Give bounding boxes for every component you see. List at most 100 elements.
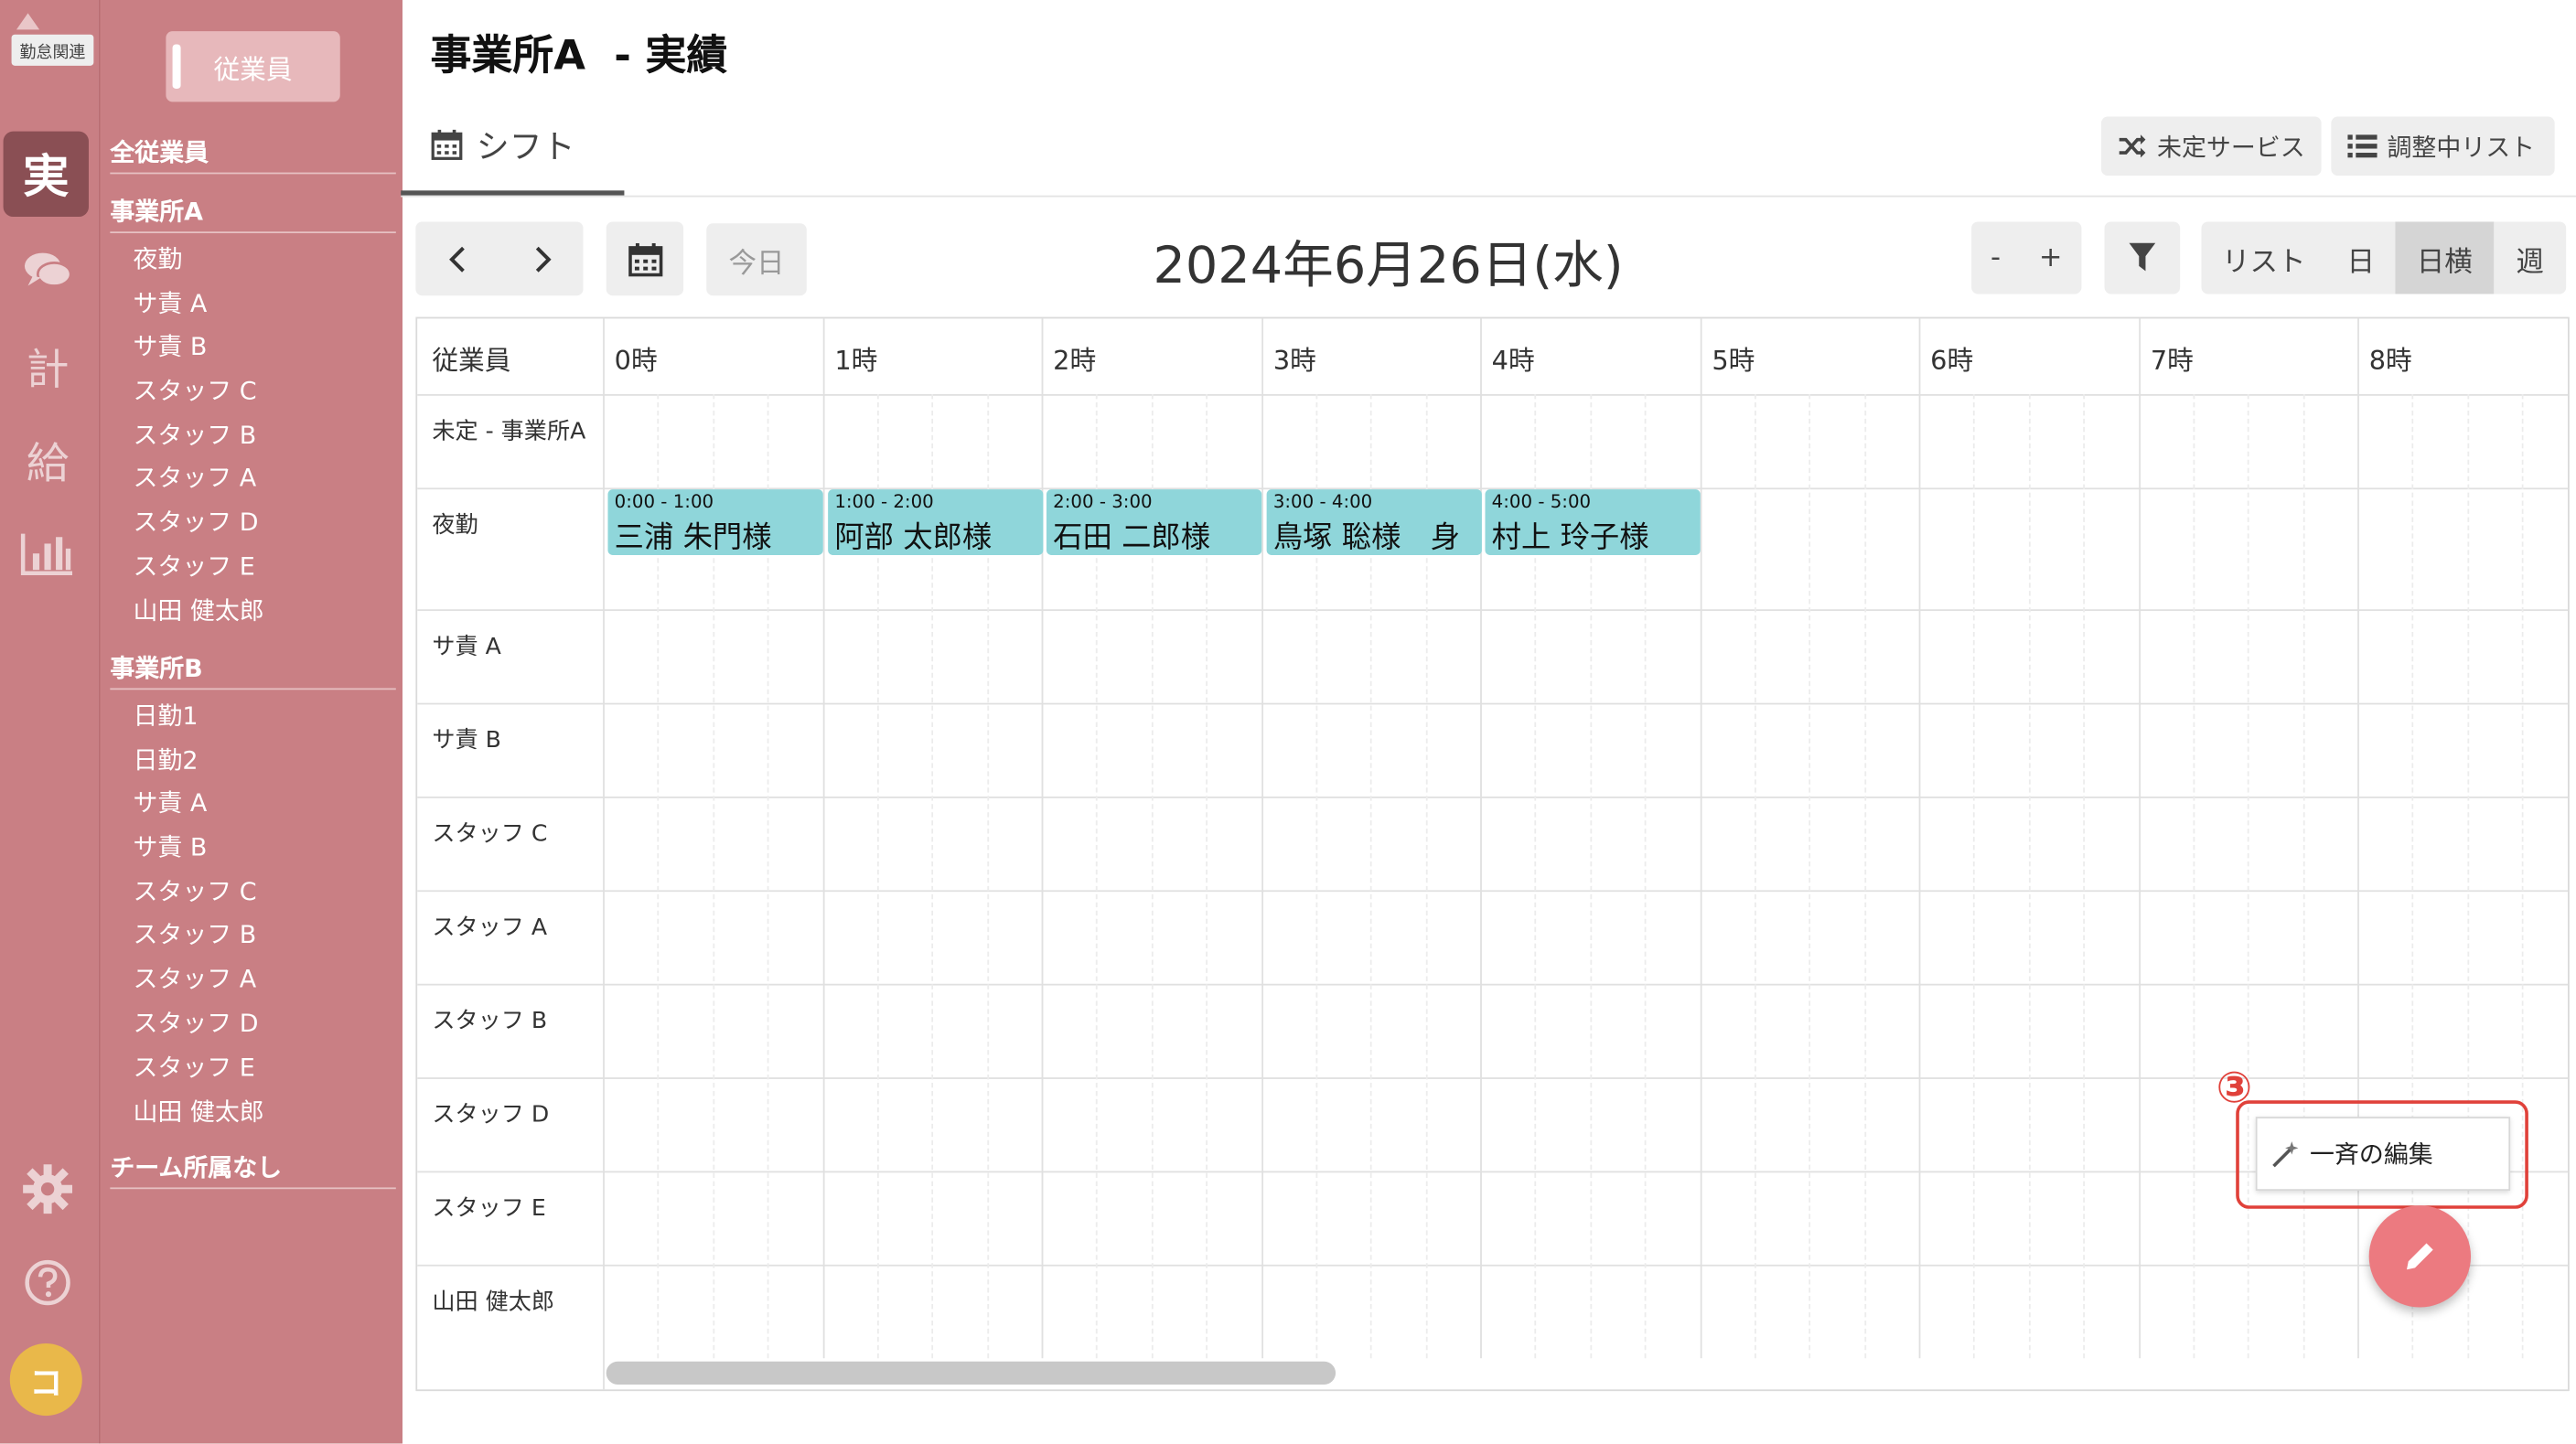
grid-row-line bbox=[417, 797, 2568, 798]
gear-icon-svg bbox=[23, 1164, 73, 1214]
unassigned-services-button[interactable]: 未定サービス bbox=[2100, 116, 2322, 176]
grid-quarter-line bbox=[2302, 394, 2305, 1359]
view-list[interactable]: リスト bbox=[2202, 221, 2326, 294]
row-label: サ責 A bbox=[432, 634, 501, 660]
sidebar-item[interactable]: 山田 健太郎 bbox=[133, 1094, 263, 1128]
zoom-out-button[interactable]: - bbox=[1991, 241, 2001, 274]
date-nav bbox=[415, 221, 584, 296]
grid-hour-line bbox=[822, 318, 825, 1359]
sidebar-item[interactable]: サ責 B bbox=[133, 328, 207, 363]
current-date: 2024年6月26日(水) bbox=[1153, 236, 1624, 296]
magic-wand-icon bbox=[2272, 1140, 2299, 1167]
grid-hour-line bbox=[2139, 318, 2141, 1359]
sidebar-item[interactable]: スタッフ B bbox=[133, 417, 256, 452]
shift-event[interactable]: 4:00 - 5:00 村上 玲子様 bbox=[1485, 489, 1701, 556]
tab-shift[interactable]: シフト bbox=[431, 120, 575, 167]
sidebar-item[interactable]: スタッフ E bbox=[133, 549, 254, 583]
chat-icon[interactable] bbox=[0, 243, 95, 299]
payroll-label: 給 bbox=[26, 439, 70, 489]
grid-quarter-line bbox=[1864, 394, 1867, 1359]
filter-icon bbox=[2129, 242, 2156, 272]
shift-event-name: 村上 玲子様 bbox=[1491, 520, 1649, 556]
prev-day-icon[interactable] bbox=[446, 244, 469, 273]
view-day-horizontal[interactable]: 日横 bbox=[2395, 221, 2495, 294]
row-label: スタッフ C bbox=[432, 820, 548, 848]
grid-quarter-line bbox=[1755, 394, 1756, 1359]
plan-label: 計 bbox=[26, 346, 70, 395]
grid-quarter-line bbox=[1809, 394, 1811, 1359]
grid-hour-line bbox=[1700, 318, 1702, 1359]
grid-quarter-line bbox=[2521, 394, 2524, 1359]
sidebar-item[interactable]: 夜勤 bbox=[133, 241, 182, 276]
adjusting-list-button[interactable]: 調整中リスト bbox=[2331, 116, 2555, 176]
view-switcher: リスト 日 日横 週 bbox=[2201, 221, 2567, 294]
shift-event[interactable]: 1:00 - 2:00 阿部 太郎様 bbox=[828, 489, 1044, 556]
today-button[interactable]: 今日 bbox=[706, 223, 807, 296]
hour-label: 5時 bbox=[1712, 345, 1755, 377]
sidebar-item[interactable]: サ責 A bbox=[133, 285, 207, 320]
payroll-icon[interactable]: 給 bbox=[0, 427, 95, 493]
sidebar-item[interactable]: スタッフ E bbox=[133, 1050, 254, 1085]
bulk-edit-menu-item[interactable]: 一斉の編集 bbox=[2255, 1117, 2511, 1192]
date-picker-button[interactable] bbox=[606, 221, 684, 296]
sidebar-item[interactable]: スタッフ A bbox=[133, 460, 256, 495]
hour-label: 6時 bbox=[1930, 345, 1974, 377]
shift-event[interactable]: 0:00 - 1:00 三浦 朱門様 bbox=[607, 489, 823, 556]
chart-icon[interactable] bbox=[0, 526, 95, 582]
sidebar-item[interactable]: サ責 A bbox=[133, 785, 207, 819]
sidebar-item[interactable]: スタッフ C bbox=[133, 873, 256, 908]
sidebar-item[interactable]: スタッフ D bbox=[133, 1005, 258, 1040]
plan-icon[interactable]: 計 bbox=[0, 334, 95, 400]
employee-button[interactable]: 従業員 bbox=[166, 31, 340, 102]
sidebar-group-a[interactable]: 事業所A bbox=[110, 194, 396, 234]
sidebar-all-employees[interactable]: 全従業員 bbox=[110, 134, 396, 175]
row-label: スタッフ E bbox=[432, 1195, 546, 1223]
row-label: 夜勤 bbox=[432, 512, 478, 540]
app-window: 勤怠関連 実 計 給 コ 従業員 全従業員 事業所A 夜勤 サ責 A サ責 B … bbox=[0, 0, 2576, 1444]
shift-event-name: 石田 二郎様 bbox=[1053, 520, 1211, 556]
shift-event-name: 阿部 太郎様 bbox=[834, 520, 993, 556]
sidebar-item[interactable]: 山田 健太郎 bbox=[133, 593, 263, 627]
shift-event-time: 3:00 - 4:00 bbox=[1272, 490, 1373, 513]
list-icon bbox=[2347, 134, 2377, 158]
grid-column-line bbox=[603, 318, 605, 1390]
view-day[interactable]: 日 bbox=[2326, 221, 2395, 294]
rail-item-actual[interactable]: 実 bbox=[3, 131, 89, 218]
zoom-controls: - + bbox=[1971, 221, 2082, 294]
help-icon[interactable] bbox=[0, 1253, 95, 1312]
sidebar-item[interactable]: 日勤1 bbox=[133, 698, 198, 733]
sidebar-no-team[interactable]: チーム所属なし bbox=[110, 1150, 396, 1190]
shift-event-name: 鳥塚 聡様 身 bbox=[1272, 520, 1461, 556]
sidebar-item[interactable]: スタッフ B bbox=[133, 916, 256, 951]
grid-quarter-line bbox=[2083, 394, 2085, 1359]
shift-event[interactable]: 3:00 - 4:00 鳥塚 聡様 身 bbox=[1266, 489, 1482, 556]
edit-fab-button[interactable] bbox=[2368, 1205, 2472, 1308]
shift-event[interactable]: 2:00 - 3:00 石田 二郎様 bbox=[1046, 489, 1262, 556]
next-day-icon[interactable] bbox=[530, 244, 553, 273]
grid-row-line bbox=[417, 609, 2568, 612]
row-label: 山田 健太郎 bbox=[432, 1289, 555, 1316]
shift-event-time: 4:00 - 5:00 bbox=[1491, 490, 1592, 513]
grid-quarter-line bbox=[2028, 394, 2031, 1359]
sidebar-item[interactable]: スタッフ D bbox=[133, 504, 258, 539]
grid-quarter-line bbox=[2193, 394, 2195, 1359]
view-week[interactable]: 週 bbox=[2494, 221, 2566, 294]
calendar-icon bbox=[628, 242, 662, 276]
grid-quarter-line bbox=[2247, 394, 2249, 1359]
shift-event-time: 2:00 - 3:00 bbox=[1053, 490, 1153, 513]
zoom-in-button[interactable]: + bbox=[2039, 241, 2063, 274]
sidebar-group-b[interactable]: 事業所B bbox=[110, 650, 396, 690]
gear-icon[interactable] bbox=[0, 1160, 95, 1219]
sidebar-item[interactable]: 日勤2 bbox=[133, 743, 198, 777]
sidebar-item[interactable]: スタッフ A bbox=[133, 961, 256, 996]
sidebar-item[interactable]: スタッフ C bbox=[133, 373, 256, 408]
sidebar-item[interactable]: サ責 B bbox=[133, 829, 207, 864]
horizontal-scrollbar[interactable] bbox=[606, 1361, 1336, 1385]
avatar[interactable]: コ bbox=[9, 1343, 82, 1417]
grid-quarter-line bbox=[1972, 394, 1975, 1359]
hour-label: 7時 bbox=[2150, 345, 2194, 377]
hour-label: 4時 bbox=[1491, 345, 1535, 377]
grid-hour-line bbox=[1261, 318, 1264, 1359]
filter-button[interactable] bbox=[2104, 221, 2181, 294]
shift-event-name: 三浦 朱門様 bbox=[614, 520, 772, 556]
